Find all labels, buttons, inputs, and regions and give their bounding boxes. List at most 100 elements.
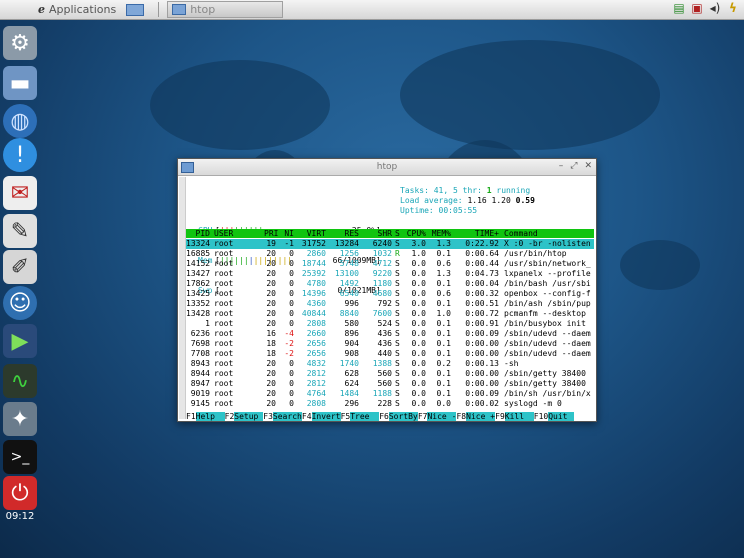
process-table-header[interactable]: PID USER PRI NI VIRT RES SHR S CPU% MEM% TIME+ Comm…: [186, 229, 594, 238]
fkey-f7[interactable]: F7 Nice -: [418, 412, 457, 421]
support-icon[interactable]: ☺: [3, 286, 37, 320]
fkey-f5[interactable]: F5 Tree: [341, 412, 380, 421]
column-header-cpu[interactable]: CPU%: [404, 229, 426, 239]
cell-time: 0:00.00: [465, 339, 499, 348]
column-header-mem[interactable]: MEM%: [429, 229, 451, 239]
cell-pid: 8943: [190, 359, 210, 368]
process-row[interactable]: 13352 root 20 0 4360 996 792 S 0.0 0.1 0:00.51/bin…: [186, 299, 594, 309]
cell-virt: 4832: [306, 359, 326, 368]
notepad-icon[interactable]: ✐: [3, 250, 37, 284]
cell-user: root: [214, 259, 234, 268]
power-status-icon[interactable]: ϟ: [726, 1, 740, 15]
fkey-f2[interactable]: F2 Setup: [225, 412, 264, 421]
process-row[interactable]: 13425 root 20 0 14396 6540 4680 S 0.0 0.6 0:00.32 o…: [186, 289, 594, 299]
close-icon[interactable]: ✕: [584, 161, 592, 171]
media-player-icon[interactable]: ▶: [3, 324, 37, 358]
terminal-icon[interactable]: >_: [3, 440, 37, 474]
cell-time: 0:00.44: [465, 259, 499, 268]
fkey-f9[interactable]: F9 Kill: [495, 412, 534, 421]
file-manager-icon[interactable]: ▬: [3, 66, 37, 100]
process-row[interactable]: 9145 root 20 0 2808 296 228 S 0.0 0.0 0:00.02 syslo…: [186, 399, 594, 409]
process-row[interactable]: 8947 root 20 0 2812 624 560 S 0.0 0.1 0:00.00/sbin…: [186, 379, 594, 389]
cell-state: S: [395, 269, 400, 278]
process-row[interactable]: 13428 root 20 0 40844 8840 7600 S 0.0 1.0 0:00.72 p…: [186, 309, 594, 319]
cell-mem: 0.1: [436, 329, 451, 338]
column-header-state[interactable]: S: [395, 229, 401, 239]
fkey-f4[interactable]: F4 Invert: [302, 412, 341, 421]
column-header-shr[interactable]: SHR: [364, 229, 392, 239]
taskbar-item-htop[interactable]: htop: [167, 1, 284, 18]
cell-res: 628: [344, 369, 359, 378]
cell-user: root: [214, 239, 234, 248]
power-icon[interactable]: ⏻: [3, 476, 37, 510]
process-row[interactable]: 13324 root 19 -1 31752 13284 6240 S 3.0 1.3 0:22.9…: [186, 239, 594, 249]
cell-shr: 7600: [372, 309, 392, 318]
cell-mem: 1.3: [436, 269, 451, 278]
applications-menu-button[interactable]: e Applications: [34, 1, 120, 18]
process-row[interactable]: 16885 root 20 0 2860 1256 1032 R 1.0 0.1 0:00.64/u…: [186, 249, 594, 259]
column-header-time[interactable]: TIME+: [454, 229, 499, 239]
cell-ni: 0: [289, 289, 294, 298]
cell-virt: 2656: [306, 349, 326, 358]
process-row[interactable]: 1 root 20 0 2808 580 524 S 0.0 0.1 0:00.91/bin/bus…: [186, 319, 594, 329]
clock: 09:12: [5, 511, 35, 522]
cell-command: /usr/bin/htop: [504, 249, 567, 258]
process-row[interactable]: 8944 root 20 0 2812 628 560 S 0.0 0.1 0:00.00/sbin…: [186, 369, 594, 379]
column-header-user[interactable]: USER: [214, 229, 244, 239]
info-icon[interactable]: !: [3, 138, 37, 172]
process-row[interactable]: 7698 root 18 -2 2656 904 436 S 0.0 0.1 0:00.00/sbi…: [186, 339, 594, 349]
process-row[interactable]: 8943 root 20 0 4832 1740 1388 S 0.0 0.2 0:00.13 -sh: [186, 359, 594, 369]
cell-pid: 8947: [190, 379, 210, 388]
maximize-icon[interactable]: ⤢: [570, 161, 577, 171]
fkey-f10[interactable]: F10 Quit: [534, 412, 575, 421]
cell-command: /sbin/udevd --daem: [504, 329, 591, 338]
scrollbar[interactable]: [179, 177, 186, 419]
fkey-f8[interactable]: F8 Nice +: [456, 412, 496, 421]
show-desktop-icon[interactable]: [126, 3, 145, 16]
cell-state: S: [395, 379, 400, 388]
cell-res: 8840: [339, 309, 359, 318]
text-editor-icon[interactable]: ✎: [3, 214, 37, 248]
window-titlebar[interactable]: htop – ⤢ ✕: [178, 159, 596, 176]
cell-mem: 0.6: [436, 289, 451, 298]
cell-ni: 0: [289, 319, 294, 328]
cell-user: root: [214, 319, 234, 328]
window-title: htop: [376, 162, 398, 172]
column-header-virt[interactable]: VIRT: [298, 229, 326, 239]
fkey-label: Search: [272, 412, 302, 421]
network-icon[interactable]: ◍: [3, 104, 37, 138]
column-header-command[interactable]: Command: [504, 229, 594, 239]
network-status-icon[interactable]: ▣: [690, 1, 704, 15]
battery-icon[interactable]: ▤: [672, 1, 686, 15]
column-header-res[interactable]: RES: [329, 229, 359, 239]
cell-time: 0:00.04: [465, 279, 499, 288]
system-monitor-icon[interactable]: ∿: [3, 364, 37, 398]
terminal-area[interactable]: CPU[|||||||||25.0%] Mem[|||||||||||||||6…: [186, 186, 594, 421]
cell-res: 296: [344, 399, 359, 408]
column-header-pid[interactable]: PID: [186, 229, 210, 239]
mail-icon[interactable]: ✉: [3, 176, 37, 210]
map-landmass: [400, 40, 660, 150]
cell-shr: 560: [377, 379, 392, 388]
process-row[interactable]: 13427 root 20 0 25392 13100 9220 S 0.0 1.3 0:04.73…: [186, 269, 594, 279]
cell-virt: 2860: [306, 249, 326, 258]
process-row[interactable]: 9019 root 20 0 4764 1484 1188 S 0.0 0.1 0:00.09/bi…: [186, 389, 594, 399]
fkey-f1[interactable]: F1 Help: [186, 412, 225, 421]
cell-pri: 20: [266, 259, 276, 268]
cell-ni: 0: [289, 359, 294, 368]
process-row[interactable]: 7708 root 18 -2 2656 908 440 S 0.0 0.1 0:00.00/sbi…: [186, 349, 594, 359]
cell-cpu: 0.0: [411, 329, 426, 338]
column-header-pri[interactable]: PRI: [264, 229, 278, 239]
process-row[interactable]: 6236 root 16 -4 2660 896 436 S 0.0 0.1 0:00.09/sbi…: [186, 329, 594, 339]
volume-icon[interactable]: ◂): [708, 1, 722, 15]
minimize-icon[interactable]: –: [559, 161, 564, 171]
process-row[interactable]: 17862 root 20 0 4780 1492 1180 S 0.0 0.1 0:00.04/b…: [186, 279, 594, 289]
fkey-f3[interactable]: F3 Search: [263, 412, 302, 421]
fkey-f6[interactable]: F6 SortBy: [379, 412, 418, 421]
process-row[interactable]: 14152 root 20 0 18744 5748 4712 S 0.0 0.6 0:00.44 /…: [186, 259, 594, 269]
tools-icon[interactable]: ✦: [3, 402, 37, 436]
column-header-ni[interactable]: NI: [280, 229, 294, 239]
settings-icon[interactable]: ⚙: [3, 26, 37, 60]
cell-virt: 2808: [306, 399, 326, 408]
cell-state: S: [395, 399, 400, 408]
